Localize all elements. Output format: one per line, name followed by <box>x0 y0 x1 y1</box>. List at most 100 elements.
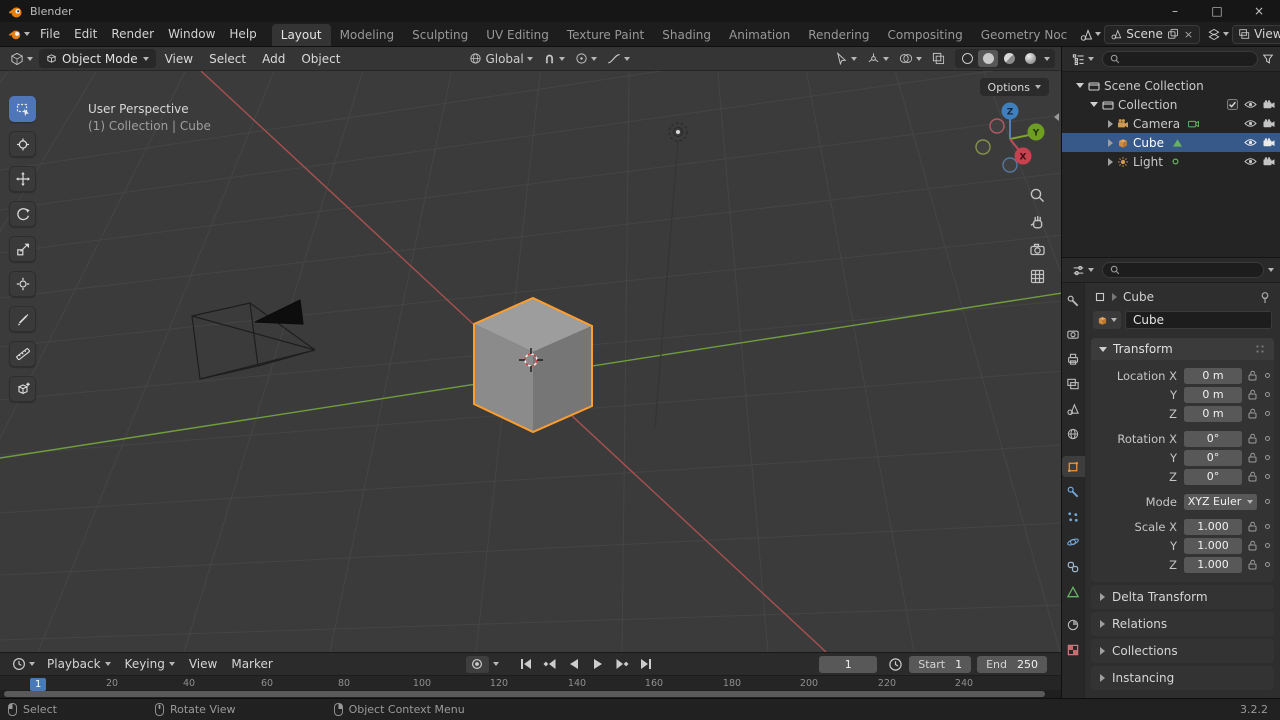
menu-window[interactable]: Window <box>161 25 222 43</box>
chevron-down-icon[interactable] <box>492 662 499 667</box>
lock-icon[interactable] <box>1248 370 1257 381</box>
menu-select[interactable]: Select <box>202 50 253 68</box>
axis-minus-z-ball[interactable] <box>1002 157 1018 173</box>
animate-dot[interactable] <box>1265 562 1270 567</box>
location-z-field[interactable]: 0 m <box>1184 405 1242 422</box>
scale-y-field[interactable]: 1.000 <box>1184 537 1242 554</box>
transform-tool[interactable] <box>9 271 36 297</box>
overlays-button[interactable] <box>895 50 926 67</box>
rotate-tool[interactable] <box>9 201 36 227</box>
gizmos-button[interactable] <box>863 50 893 67</box>
tab-material[interactable] <box>1062 614 1085 635</box>
object-name-field[interactable]: Cube <box>1125 311 1272 329</box>
tab-shading[interactable]: Shading <box>653 24 720 47</box>
light-object[interactable] <box>668 122 688 142</box>
tab-object[interactable] <box>1061 456 1085 477</box>
prev-keyframe-button[interactable] <box>539 656 562 673</box>
navigation-gizmo[interactable]: Z Y X <box>965 94 1055 184</box>
tab-constraints[interactable] <box>1062 556 1085 577</box>
tab-rendering[interactable]: Rendering <box>799 24 878 47</box>
properties-editor-type-button[interactable] <box>1068 262 1098 279</box>
rotation-mode-select[interactable]: XYZ Euler <box>1184 493 1257 510</box>
lock-icon[interactable] <box>1248 540 1257 551</box>
add-cube-tool[interactable] <box>9 376 36 402</box>
menu-object[interactable]: Object <box>294 50 347 68</box>
tab-tool[interactable] <box>1062 290 1085 311</box>
tab-animation[interactable]: Animation <box>720 24 799 47</box>
disclosure-icon[interactable] <box>1090 102 1098 107</box>
menu-view[interactable]: View <box>158 50 200 68</box>
row-label[interactable]: Cube <box>1133 136 1164 150</box>
tab-uv-editing[interactable]: UV Editing <box>477 24 558 47</box>
eye-icon[interactable] <box>1244 119 1257 128</box>
tab-geometry-nodes[interactable]: Geometry Noc <box>972 24 1077 47</box>
row-label[interactable]: Collection <box>1118 98 1177 112</box>
section-instancing[interactable]: Instancing <box>1091 666 1274 690</box>
checkbox-icon[interactable] <box>1227 99 1238 110</box>
menu-help[interactable]: Help <box>222 25 263 43</box>
scrollbar-thumb[interactable] <box>4 691 1045 698</box>
lock-icon[interactable] <box>1248 521 1257 532</box>
maximize-button[interactable]: □ <box>1196 0 1238 22</box>
render-visibility-icon[interactable] <box>1263 119 1275 128</box>
tab-physics[interactable] <box>1062 531 1085 552</box>
shading-wireframe-button[interactable] <box>957 50 977 67</box>
filter-icon[interactable] <box>1262 53 1274 65</box>
animate-dot[interactable] <box>1265 543 1270 548</box>
menu-render[interactable]: Render <box>104 25 161 43</box>
row-label[interactable]: Scene Collection <box>1104 79 1204 93</box>
tab-object-data[interactable] <box>1062 581 1085 602</box>
tab-modeling[interactable]: Modeling <box>331 24 404 47</box>
scene-unlink-icon[interactable]: × <box>1183 28 1194 41</box>
outliner-row-scene-collection[interactable]: Scene Collection <box>1062 76 1280 95</box>
lock-icon[interactable] <box>1248 433 1257 444</box>
pin-icon[interactable] <box>1259 291 1271 304</box>
animate-dot[interactable] <box>1265 524 1270 529</box>
blender-menu-button[interactable] <box>5 26 33 42</box>
lock-icon[interactable] <box>1248 452 1257 463</box>
outliner-row-camera[interactable]: Camera <box>1062 114 1280 133</box>
viewport-3d[interactable]: User Perspective (1) Collection | Cube O… <box>0 71 1061 652</box>
jump-to-end-button[interactable] <box>635 656 658 673</box>
menu-timeline-view[interactable]: View <box>183 655 223 673</box>
render-visibility-icon[interactable] <box>1263 157 1275 166</box>
axis-minus-x-ball[interactable] <box>989 118 1005 134</box>
pan-hand-icon[interactable] <box>1029 214 1046 231</box>
lock-icon[interactable] <box>1248 408 1257 419</box>
lock-icon[interactable] <box>1248 559 1257 570</box>
cursor-tool[interactable] <box>9 131 36 157</box>
viewlayer-browse-button[interactable] <box>1204 27 1232 42</box>
annotate-tool[interactable] <box>9 306 36 332</box>
rotation-x-field[interactable]: 0° <box>1184 430 1242 447</box>
scene-browse-button[interactable] <box>1076 27 1104 42</box>
minimize-button[interactable]: – <box>1154 0 1196 22</box>
animate-dot[interactable] <box>1265 436 1270 441</box>
tab-output[interactable] <box>1062 348 1085 369</box>
eye-icon[interactable] <box>1244 157 1257 166</box>
section-collections[interactable]: Collections <box>1091 639 1274 663</box>
menu-playback[interactable]: Playback <box>41 655 117 673</box>
location-y-field[interactable]: 0 m <box>1184 386 1242 403</box>
tab-texture-paint[interactable]: Texture Paint <box>558 24 653 47</box>
animate-dot[interactable] <box>1265 392 1270 397</box>
start-frame-field[interactable]: Start 1 <box>909 655 972 673</box>
move-tool[interactable] <box>9 166 36 192</box>
outliner-row-cube[interactable]: Cube <box>1062 133 1280 152</box>
outliner-row-collection[interactable]: Collection <box>1062 95 1280 114</box>
menu-keying[interactable]: Keying <box>119 655 181 673</box>
camera-object[interactable] <box>191 299 316 380</box>
zoom-icon[interactable] <box>1029 187 1046 204</box>
lock-icon[interactable] <box>1248 471 1257 482</box>
shading-rendered-button[interactable] <box>1020 50 1040 67</box>
eye-icon[interactable] <box>1244 138 1257 147</box>
transform-orientation-select[interactable]: Global <box>465 50 536 68</box>
camera-data-icon[interactable] <box>1188 119 1200 128</box>
next-keyframe-button[interactable] <box>611 656 634 673</box>
select-box-tool[interactable] <box>9 96 36 122</box>
use-preview-range-icon[interactable] <box>888 657 903 672</box>
tab-view-layer[interactable] <box>1062 373 1085 394</box>
mesh-data-icon[interactable] <box>1172 138 1183 148</box>
menu-edit[interactable]: Edit <box>67 25 104 43</box>
panel-grip-icon[interactable] <box>1255 344 1266 354</box>
breadcrumb-object[interactable]: Cube <box>1123 290 1154 304</box>
